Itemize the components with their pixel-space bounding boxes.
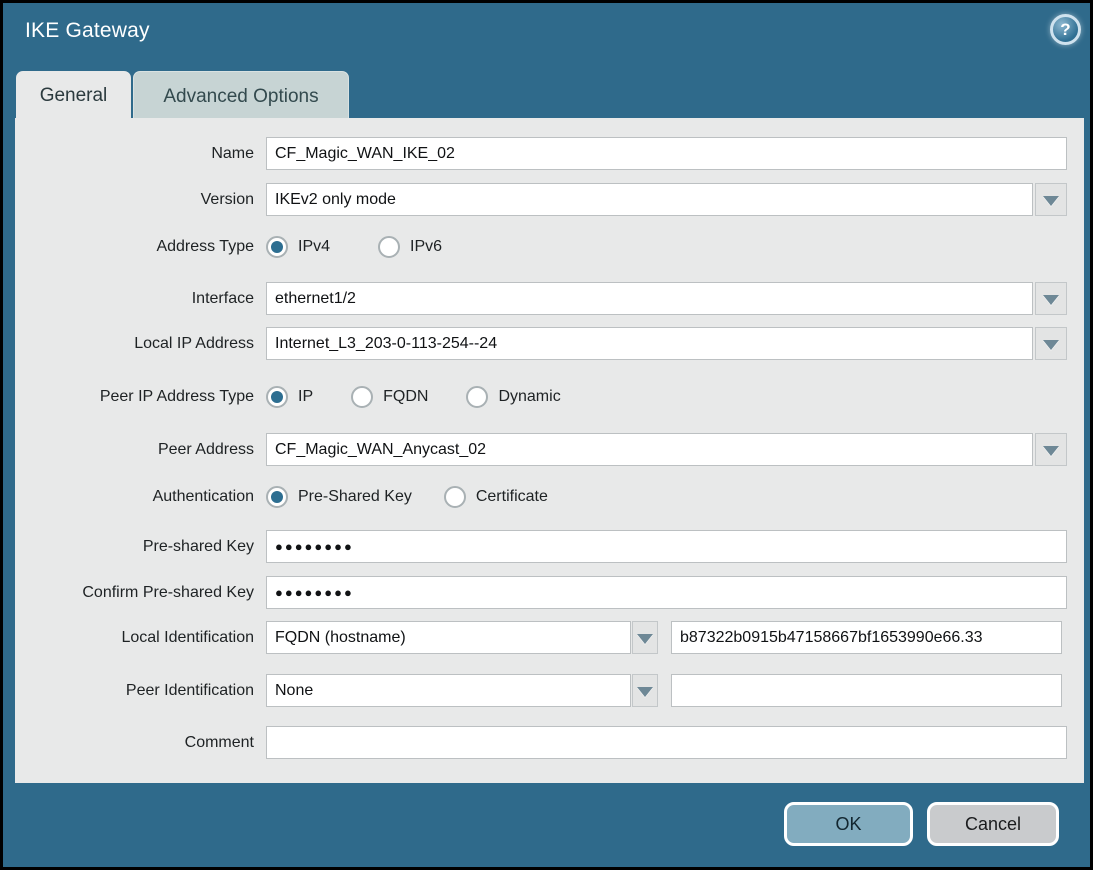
authentication-label: Authentication [15,480,254,513]
local-ip-label: Local IP Address [15,327,254,360]
peer-ip-type-row: Peer IP Address Type IP FQDN Dynamic [15,380,1084,413]
authentication-row: Authentication Pre-Shared Key Certificat… [15,480,1084,513]
peer-address-label: Peer Address [15,433,254,466]
chevron-down-icon [1043,196,1059,206]
comment-input[interactable] [266,726,1067,759]
version-row: Version IKEv2 only mode [15,183,1084,216]
radio-unselected-icon[interactable] [378,236,400,258]
pre-shared-key-row: Pre-shared Key [15,530,1084,563]
radio-dynamic-label: Dynamic [498,388,560,406]
local-ip-dropdown[interactable]: Internet_L3_203-0-113-254--24 [266,327,1033,360]
chevron-down-icon [637,634,653,644]
cancel-button[interactable]: Cancel [927,802,1059,846]
pre-shared-key-input[interactable] [266,530,1067,563]
radio-ip[interactable]: IP [266,386,313,408]
chevron-down-icon [1043,340,1059,350]
peer-identification-dropdown-button[interactable] [632,674,658,707]
local-identification-value-input[interactable] [671,621,1062,654]
radio-pre-shared-key[interactable]: Pre-Shared Key [266,486,412,508]
chevron-down-icon [1043,295,1059,305]
address-type-label: Address Type [15,230,254,263]
general-tab-panel: Name Version IKEv2 only mode Address Typ… [15,118,1084,783]
interface-dropdown-button[interactable] [1035,282,1067,315]
peer-address-dropdown[interactable]: CF_Magic_WAN_Anycast_02 [266,433,1033,466]
radio-ipv4-label: IPv4 [298,238,330,256]
confirm-pre-shared-key-input[interactable] [266,576,1067,609]
name-input[interactable] [266,137,1067,170]
confirm-pre-shared-key-row: Confirm Pre-shared Key [15,576,1084,609]
local-identification-dropdown-button[interactable] [632,621,658,654]
radio-fqdn[interactable]: FQDN [351,386,428,408]
dialog-title: IKE Gateway [25,19,150,43]
radio-ipv6-label: IPv6 [410,238,442,256]
local-identification-label: Local Identification [15,621,254,654]
peer-identification-value-input[interactable] [671,674,1062,707]
pre-shared-key-label: Pre-shared Key [15,530,254,563]
radio-ip-label: IP [298,388,313,406]
peer-identification-row: Peer Identification None [15,674,1084,707]
version-label: Version [15,183,254,216]
peer-identification-label: Peer Identification [15,674,254,707]
comment-row: Comment [15,726,1084,759]
name-row: Name [15,137,1084,170]
peer-identification-type-dropdown[interactable]: None [266,674,631,707]
chevron-down-icon [637,687,653,697]
radio-unselected-icon[interactable] [351,386,373,408]
peer-address-dropdown-button[interactable] [1035,433,1067,466]
peer-address-row: Peer Address CF_Magic_WAN_Anycast_02 [15,433,1084,466]
address-type-row: Address Type IPv4 IPv6 [15,230,1084,263]
interface-label: Interface [15,282,254,315]
radio-ipv6[interactable]: IPv6 [378,236,442,258]
interface-row: Interface ethernet1/2 [15,282,1084,315]
radio-fqdn-label: FQDN [383,388,428,406]
ok-button[interactable]: OK [784,802,913,846]
peer-ip-type-radio-group: IP FQDN Dynamic [266,380,589,413]
radio-dynamic[interactable]: Dynamic [466,386,560,408]
comment-label: Comment [15,726,254,759]
radio-selected-icon[interactable] [266,486,288,508]
help-icon[interactable]: ? [1050,14,1081,45]
version-dropdown[interactable]: IKEv2 only mode [266,183,1033,216]
tab-advanced-options[interactable]: Advanced Options [133,71,349,118]
radio-ipv4[interactable]: IPv4 [266,236,330,258]
chevron-down-icon [1043,446,1059,456]
radio-certificate[interactable]: Certificate [444,486,548,508]
peer-ip-type-label: Peer IP Address Type [15,380,254,413]
local-identification-type-dropdown[interactable]: FQDN (hostname) [266,621,631,654]
radio-pre-shared-key-label: Pre-Shared Key [298,488,412,506]
local-ip-row: Local IP Address Internet_L3_203-0-113-2… [15,327,1084,360]
radio-unselected-icon[interactable] [466,386,488,408]
radio-selected-icon[interactable] [266,386,288,408]
authentication-radio-group: Pre-Shared Key Certificate [266,480,576,513]
ike-gateway-dialog: IKE Gateway ? General Advanced Options N… [0,0,1093,870]
version-dropdown-button[interactable] [1035,183,1067,216]
radio-selected-icon[interactable] [266,236,288,258]
radio-certificate-label: Certificate [476,488,548,506]
name-label: Name [15,137,254,170]
local-ip-dropdown-button[interactable] [1035,327,1067,360]
confirm-pre-shared-key-label: Confirm Pre-shared Key [15,576,254,609]
address-type-radio-group: IPv4 IPv6 [266,230,470,263]
tab-general[interactable]: General [16,71,131,118]
local-identification-row: Local Identification FQDN (hostname) [15,621,1084,654]
interface-dropdown[interactable]: ethernet1/2 [266,282,1033,315]
radio-unselected-icon[interactable] [444,486,466,508]
